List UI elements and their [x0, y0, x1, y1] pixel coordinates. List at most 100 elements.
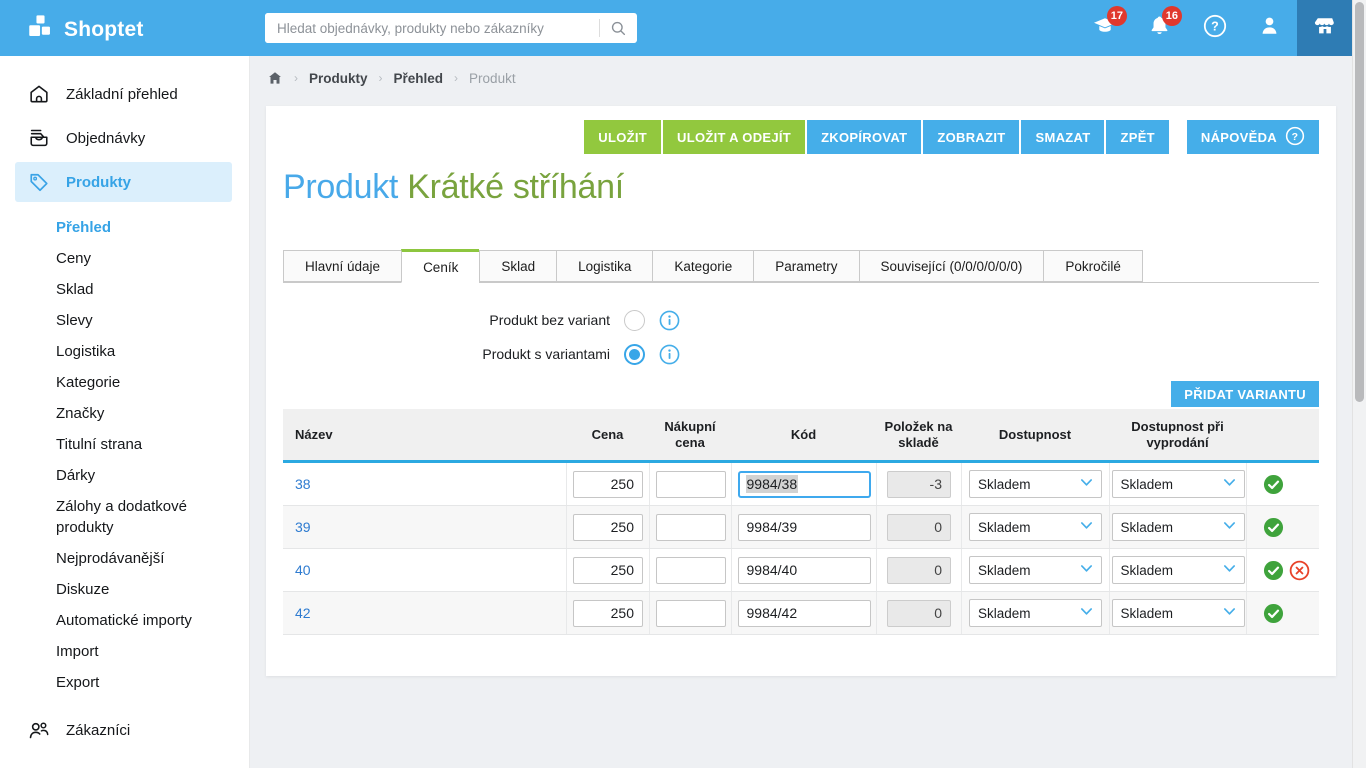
- sidebar-item-import[interactable]: Import: [0, 636, 249, 667]
- radio-with-variants[interactable]: [624, 344, 645, 365]
- code-input[interactable]: [738, 600, 871, 627]
- variant-name-link[interactable]: 40: [295, 562, 311, 578]
- sidebar-item-zakladni-prehled[interactable]: Základní přehled: [0, 74, 249, 114]
- home-icon: [27, 82, 51, 106]
- sidebar-item-zakaznici[interactable]: Zákazníci: [0, 710, 249, 750]
- sidebar-item-zalohy-a-dodatkove-produkty[interactable]: Zálohy a dodatkové produkty: [0, 491, 249, 543]
- code-input[interactable]: [738, 514, 871, 541]
- purchase-price-input[interactable]: [656, 514, 726, 541]
- back-button[interactable]: ZPĚT: [1106, 120, 1168, 154]
- sidebar-item-export[interactable]: Export: [0, 667, 249, 698]
- purchase-price-input[interactable]: [656, 471, 726, 498]
- availability-select[interactable]: Skladem: [969, 556, 1102, 584]
- sidebar-item-kategorie[interactable]: Kategorie: [0, 367, 249, 398]
- soldout-availability-select[interactable]: Skladem: [1112, 470, 1245, 498]
- scrollbar-thumb[interactable]: [1355, 2, 1364, 402]
- info-icon[interactable]: [659, 310, 680, 331]
- sidebar-item-znacky[interactable]: Značky: [0, 398, 249, 429]
- search-input[interactable]: [265, 13, 599, 43]
- check-circle-icon[interactable]: [1263, 560, 1284, 581]
- tab-sklad[interactable]: Sklad: [479, 250, 556, 282]
- sidebar-item-label: Export: [56, 674, 99, 691]
- radio-without-variants[interactable]: [624, 310, 645, 331]
- account-button[interactable]: [1242, 0, 1297, 56]
- sidebar-nav: Základní přehled Objednávky Produkty Přehle…: [0, 74, 249, 750]
- notifications-button[interactable]: 16: [1132, 0, 1187, 56]
- tab-parametry[interactable]: Parametry: [753, 250, 858, 282]
- tab-kategorie[interactable]: Kategorie: [652, 250, 753, 282]
- show-button[interactable]: ZOBRAZIT: [923, 120, 1019, 154]
- price-input[interactable]: [573, 471, 643, 498]
- sidebar-item-titulni-strana[interactable]: Titulní strana: [0, 429, 249, 460]
- purchase-price-input[interactable]: [656, 557, 726, 584]
- soldout-availability-select-cell: Skladem: [1109, 592, 1246, 634]
- breadcrumb-item[interactable]: Přehled: [394, 71, 444, 86]
- price-input[interactable]: [573, 514, 643, 541]
- price-input[interactable]: [573, 600, 643, 627]
- sidebar-item-objednavky[interactable]: Objednávky: [0, 118, 249, 158]
- sidebar-item-automaticke-importy[interactable]: Automatické importy: [0, 605, 249, 636]
- home-icon[interactable]: [267, 70, 283, 86]
- tab-logistika[interactable]: Logistika: [556, 250, 652, 282]
- save-button[interactable]: ULOŽIT: [584, 120, 661, 154]
- tab-hlavni-udaje[interactable]: Hlavní údaje: [283, 250, 401, 282]
- tab-cenik[interactable]: Ceník: [401, 249, 479, 283]
- sidebar-item-produkty[interactable]: Produkty: [15, 162, 232, 202]
- save-and-leave-button[interactable]: ULOŽIT A ODEJÍT: [663, 120, 805, 154]
- storefront-button[interactable]: [1297, 0, 1352, 56]
- check-circle-icon[interactable]: [1263, 517, 1284, 538]
- delete-x-icon[interactable]: [1289, 560, 1310, 581]
- variant-row: 38 9984/38 Skladem Skladem: [283, 463, 1319, 506]
- shoptet-logo[interactable]: Shoptet: [27, 14, 144, 46]
- row-actions-cell: [1246, 463, 1319, 505]
- code-input[interactable]: [738, 557, 871, 584]
- info-icon[interactable]: [659, 344, 680, 365]
- sidebar-item-diskuze[interactable]: Diskuze: [0, 574, 249, 605]
- column-header: Položek na skladě: [876, 419, 961, 451]
- sidebar-item-label: Ceny: [56, 250, 91, 267]
- availability-select[interactable]: Skladem: [969, 470, 1102, 498]
- price-input[interactable]: [573, 557, 643, 584]
- variant-name-link[interactable]: 42: [295, 605, 311, 621]
- variant-name-cell: 42: [283, 592, 566, 634]
- sidebar-item-sklad[interactable]: Sklad: [0, 274, 249, 305]
- sidebar-item-ceny[interactable]: Ceny: [0, 243, 249, 274]
- check-circle-icon[interactable]: [1263, 474, 1284, 495]
- academy-button[interactable]: 17: [1077, 0, 1132, 56]
- stock-input: [887, 600, 951, 627]
- sidebar-item-label: Produkty: [66, 174, 131, 191]
- availability-select[interactable]: Skladem: [969, 513, 1102, 541]
- variant-name-link[interactable]: 39: [295, 519, 311, 535]
- breadcrumb-item[interactable]: Produkty: [309, 71, 368, 86]
- copy-button[interactable]: ZKOPÍROVAT: [807, 120, 921, 154]
- sidebar-item-label: Objednávky: [66, 130, 145, 147]
- tab-pokrocile[interactable]: Pokročilé: [1043, 250, 1143, 282]
- code-cell: [731, 506, 876, 548]
- action-buttons: ULOŽIT ULOŽIT A ODEJÍT ZKOPÍROVAT ZOBRAZ…: [283, 120, 1319, 154]
- search-icon[interactable]: [600, 20, 637, 37]
- purchase-price-input[interactable]: [656, 600, 726, 627]
- soldout-availability-select[interactable]: Skladem: [1112, 599, 1245, 627]
- sidebar-item-darky[interactable]: Dárky: [0, 460, 249, 491]
- price-cell: [566, 592, 649, 634]
- availability-select[interactable]: Skladem: [969, 599, 1102, 627]
- brand-name: Shoptet: [64, 18, 144, 42]
- purchase-price-cell: [649, 506, 731, 548]
- sidebar-item-nejprodavanejsi[interactable]: Nejprodávanější: [0, 543, 249, 574]
- check-circle-icon[interactable]: [1263, 603, 1284, 624]
- sidebar-item-prehled[interactable]: Přehled: [0, 212, 249, 243]
- sidebar-item-logistika[interactable]: Logistika: [0, 336, 249, 367]
- help-button-topbar[interactable]: ?: [1187, 0, 1242, 56]
- soldout-availability-select-cell: Skladem: [1109, 549, 1246, 591]
- soldout-availability-select[interactable]: Skladem: [1112, 556, 1245, 584]
- help-button[interactable]: NÁPOVĚDA ?: [1187, 120, 1319, 154]
- select-value: Skladem: [1121, 606, 1174, 621]
- code-input[interactable]: 9984/38: [738, 471, 871, 498]
- sidebar-item-slevy[interactable]: Slevy: [0, 305, 249, 336]
- tab-souvisejici[interactable]: Související (0/0/0/0/0/0): [859, 250, 1044, 282]
- add-variant-button[interactable]: PŘIDAT VARIANTU: [1171, 381, 1319, 407]
- variant-name-link[interactable]: 38: [295, 476, 311, 492]
- purchase-price-cell: [649, 592, 731, 634]
- delete-button[interactable]: SMAZAT: [1021, 120, 1104, 154]
- soldout-availability-select[interactable]: Skladem: [1112, 513, 1245, 541]
